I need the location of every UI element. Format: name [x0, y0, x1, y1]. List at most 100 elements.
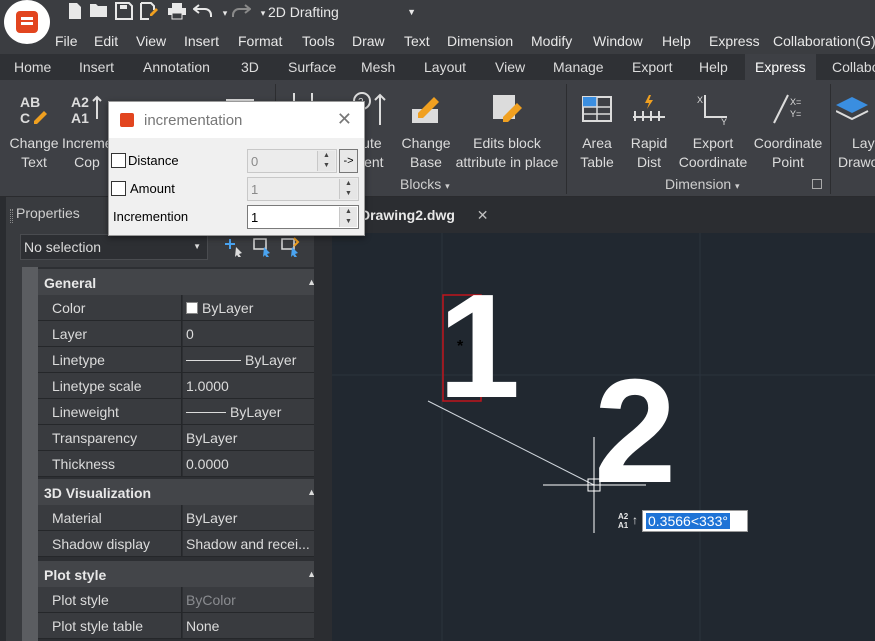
title-bar: ▾ ▾ 2D Drafting ▼ [0, 0, 875, 30]
dialog-title-bar[interactable]: incrementation ✕ [109, 102, 364, 138]
property-row-lineweight[interactable]: Lineweight ByLayer [38, 399, 324, 425]
distance-row: Distance 0 ▲ ▼ -> [109, 148, 364, 174]
property-row-linetype[interactable]: Linetype ByLayer [38, 347, 324, 373]
tab-manage[interactable]: Manage [553, 59, 604, 75]
print-icon[interactable] [166, 2, 188, 24]
distance-field[interactable]: 0 ▲ ▼ [247, 149, 337, 173]
canvas-text-1[interactable]: 1 [438, 273, 520, 421]
change-text-button[interactable]: AB C Change Text [8, 84, 60, 172]
section-3d-visualization[interactable]: 3D Visualization ▲ [38, 479, 324, 505]
incremental-copy-button[interactable]: A2 A1 Increme Cop [62, 84, 113, 172]
panel-grip-icon[interactable] [10, 209, 13, 223]
section-plot-style[interactable]: Plot style ▲ [38, 561, 324, 587]
rapid-dist-button[interactable]: Rapid Dist [626, 84, 672, 172]
amount-field[interactable]: 1 ▲ ▼ [247, 177, 359, 201]
spin-down-icon[interactable]: ▼ [339, 217, 357, 227]
layer-draw-button[interactable]: Lay Drawo [836, 84, 875, 172]
amount-checkbox[interactable] [111, 181, 126, 196]
incremention-field[interactable]: 1 ▲ ▼ [247, 205, 359, 229]
property-row-shadow-display[interactable]: Shadow display Shadow and recei... [38, 531, 324, 557]
section-general[interactable]: General ▲ [38, 269, 324, 295]
menu-file[interactable]: File [55, 33, 78, 49]
property-grid-gutter [22, 267, 38, 641]
property-row-plot-style[interactable]: Plot style ByColor [38, 587, 324, 613]
tab-insert[interactable]: Insert [79, 59, 114, 75]
redo-icon[interactable] [230, 2, 252, 24]
document-tab[interactable]: Drawing2.dwg ✕ [360, 202, 489, 228]
svg-text:A1: A1 [71, 110, 89, 126]
tab-3d[interactable]: 3D [241, 59, 259, 75]
panel-title-blocks: Blocks ▾ [400, 176, 450, 192]
menu-modify[interactable]: Modify [531, 33, 572, 49]
menu-insert[interactable]: Insert [184, 33, 219, 49]
menu-collaboration[interactable]: Collaboration(G) [773, 33, 875, 49]
property-row-plot-style-table[interactable]: Plot style table None [38, 613, 324, 639]
panel-separator [830, 84, 831, 194]
menu-dimension[interactable]: Dimension [447, 33, 513, 49]
spin-down-icon[interactable]: ▼ [339, 189, 357, 199]
quick-select-icon[interactable] [224, 237, 246, 258]
dynamic-input-field[interactable]: 0.3566<333° [642, 510, 748, 532]
tab-export[interactable]: Export [632, 59, 672, 75]
tab-annotation[interactable]: Annotation [143, 59, 210, 75]
app-logo[interactable] [4, 0, 50, 44]
menu-format[interactable]: Format [238, 33, 282, 49]
menu-edit[interactable]: Edit [94, 33, 118, 49]
tab-express[interactable]: Express [745, 54, 816, 80]
menu-tools[interactable]: Tools [302, 33, 335, 49]
panel-launcher-icon[interactable] [812, 179, 822, 189]
property-row-thickness[interactable]: Thickness 0.0000 [38, 451, 324, 477]
spin-up-icon[interactable]: ▲ [339, 207, 357, 217]
property-row-transparency[interactable]: Transparency ByLayer [38, 425, 324, 451]
menu-draw[interactable]: Draw [352, 33, 385, 49]
workspace-select[interactable]: 2D Drafting ▼ [262, 2, 422, 22]
edits-block-label-2: attribute in place [455, 154, 559, 170]
edits-block-icon [454, 84, 560, 134]
open-icon[interactable] [88, 2, 110, 24]
spin-down-icon[interactable]: ▼ [317, 161, 335, 171]
area-table-button[interactable]: Area Table [572, 84, 622, 172]
drawing-canvas[interactable]: 1 2 * A2 A1 ↑ [332, 233, 875, 641]
document-tab-bar: Drawing2.dwg ✕ [314, 197, 875, 233]
property-row-color[interactable]: Color ByLayer [38, 295, 324, 321]
svg-text:X: X [697, 95, 703, 105]
spin-up-icon[interactable]: ▲ [339, 179, 357, 189]
tab-home[interactable]: Home [14, 59, 51, 75]
tab-layout[interactable]: Layout [424, 59, 466, 75]
tab-view[interactable]: View [495, 59, 525, 75]
distance-checkbox[interactable] [111, 153, 126, 168]
selection-label: No selection [24, 239, 102, 255]
close-icon[interactable]: ✕ [477, 207, 489, 223]
change-base-button[interactable]: Change Base [400, 84, 452, 172]
spin-up-icon[interactable]: ▲ [317, 151, 335, 161]
dialog-body: Distance 0 ▲ ▼ -> Amount 1 ▲ ▼ Increment… [109, 138, 364, 235]
select-objects-icon[interactable] [252, 237, 274, 258]
menu-view[interactable]: View [136, 33, 166, 49]
undo-icon[interactable] [192, 2, 214, 24]
canvas-text-2[interactable]: 2 [594, 358, 676, 506]
tab-collaboration[interactable]: Collabo [832, 59, 875, 75]
toggle-pickadd-icon[interactable] [280, 237, 302, 258]
pick-distance-button[interactable]: -> [339, 149, 358, 173]
property-row-linetype-scale[interactable]: Linetype scale 1.0000 [38, 373, 324, 399]
menu-text[interactable]: Text [404, 33, 430, 49]
close-icon[interactable]: ✕ [337, 109, 352, 130]
save-as-icon[interactable] [138, 2, 160, 24]
amount-label: Amount [130, 181, 175, 196]
tab-surface[interactable]: Surface [288, 59, 336, 75]
menu-window[interactable]: Window [593, 33, 643, 49]
menu-help[interactable]: Help [662, 33, 691, 49]
menu-express[interactable]: Express [709, 33, 760, 49]
save-icon[interactable] [113, 2, 135, 24]
property-row-material[interactable]: Material ByLayer [38, 505, 324, 531]
export-coordinate-button[interactable]: XY Export Coordinate [676, 84, 750, 172]
incremental-copy-icon: A2 A1 [62, 84, 112, 134]
change-text-icon: AB C [8, 84, 60, 134]
tab-mesh[interactable]: Mesh [361, 59, 395, 75]
selection-dropdown[interactable]: No selection ▼ [20, 234, 208, 260]
property-row-layer[interactable]: Layer 0 [38, 321, 324, 347]
tab-help[interactable]: Help [699, 59, 728, 75]
new-icon[interactable] [64, 2, 86, 24]
coordinate-point-button[interactable]: X= Y= Coordinate Point [752, 84, 824, 172]
edits-block-button[interactable]: Edits block attribute in place [454, 84, 560, 172]
